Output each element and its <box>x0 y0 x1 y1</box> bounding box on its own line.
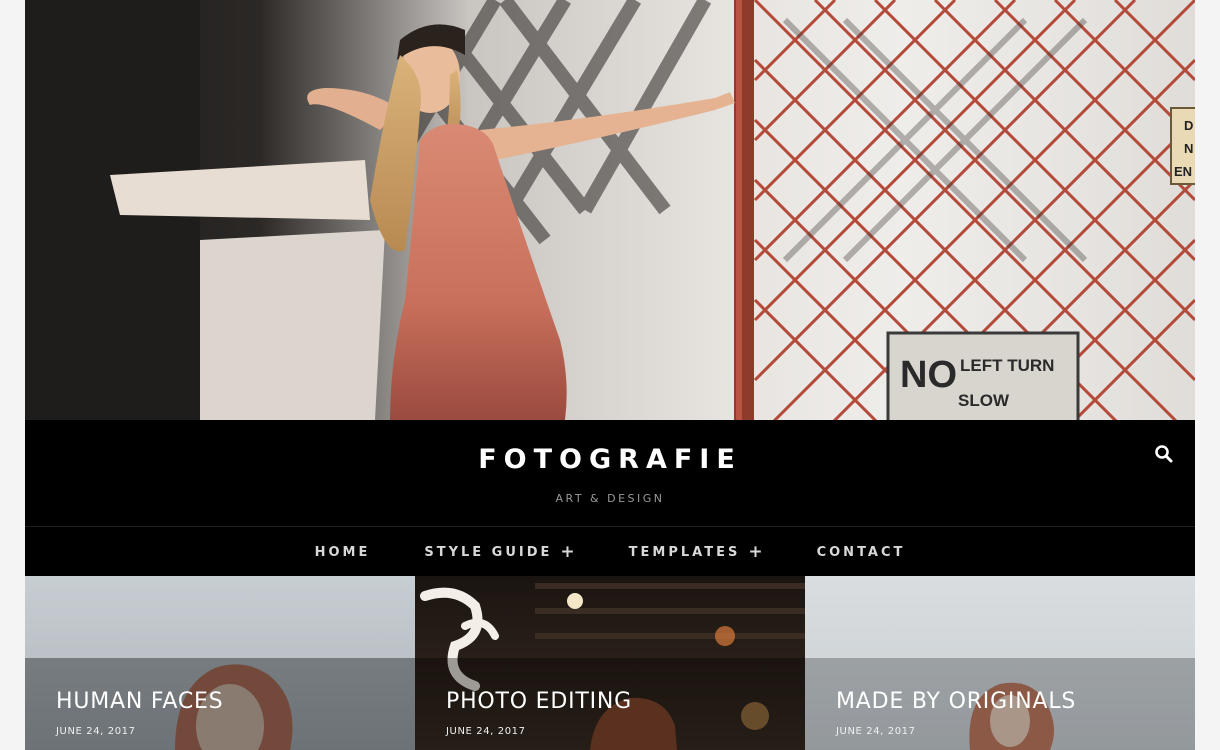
plus-icon[interactable]: + <box>748 543 762 561</box>
side-sign-n: N <box>1184 141 1193 156</box>
nav-item-contact[interactable]: CONTACT <box>790 545 933 560</box>
nav-item-style-guide[interactable]: STYLE GUIDE + <box>397 543 601 561</box>
site-header: FOTOGRAFIE ART & DESIGN <box>25 420 1195 526</box>
side-sign-d: D <box>1184 118 1193 133</box>
nav-item-label: TEMPLATES <box>628 544 741 560</box>
search-icon <box>1155 445 1173 463</box>
sign-text-left-turn: LEFT TURN <box>960 356 1054 375</box>
post-grid: HUMAN FACES JUNE 24, 2017 PHOTO EDITING … <box>25 576 1195 750</box>
post-card-photo-editing[interactable]: PHOTO EDITING JUNE 24, 2017 <box>415 576 805 750</box>
plus-icon[interactable]: + <box>560 543 574 561</box>
nav-item-label: HOME <box>314 544 371 560</box>
nav-item-home[interactable]: HOME <box>288 545 398 560</box>
side-sign-en: EN <box>1174 164 1192 179</box>
main-navigation: HOME STYLE GUIDE + TEMPLATES + CONTACT <box>25 526 1195 577</box>
sign-text-no: NO <box>900 354 957 396</box>
hero-illustration: NO LEFT TURN SLOW D N EN <box>25 0 1195 420</box>
page-container: NO LEFT TURN SLOW D N EN FOTOGRAFIE ART … <box>25 0 1195 750</box>
post-card-made-by-originals[interactable]: MADE BY ORIGINALS JUNE 24, 2017 <box>805 576 1195 750</box>
post-card-human-faces[interactable]: HUMAN FACES JUNE 24, 2017 <box>25 576 415 750</box>
hero-image: NO LEFT TURN SLOW D N EN <box>25 0 1195 420</box>
nav-item-templates[interactable]: TEMPLATES + <box>602 543 790 561</box>
site-title[interactable]: FOTOGRAFIE <box>25 444 1195 475</box>
post-date: JUNE 24, 2017 <box>836 726 916 737</box>
search-button[interactable] <box>1154 444 1174 464</box>
nav-item-label: CONTACT <box>816 544 906 560</box>
sign-text-slow: SLOW <box>958 391 1010 410</box>
post-date: JUNE 24, 2017 <box>446 726 526 737</box>
post-title[interactable]: HUMAN FACES <box>56 689 223 714</box>
site-tagline: ART & DESIGN <box>555 492 665 505</box>
nav-item-label: STYLE GUIDE <box>424 544 553 560</box>
post-title[interactable]: PHOTO EDITING <box>446 689 632 714</box>
post-date: JUNE 24, 2017 <box>56 726 136 737</box>
post-title[interactable]: MADE BY ORIGINALS <box>836 689 1076 714</box>
